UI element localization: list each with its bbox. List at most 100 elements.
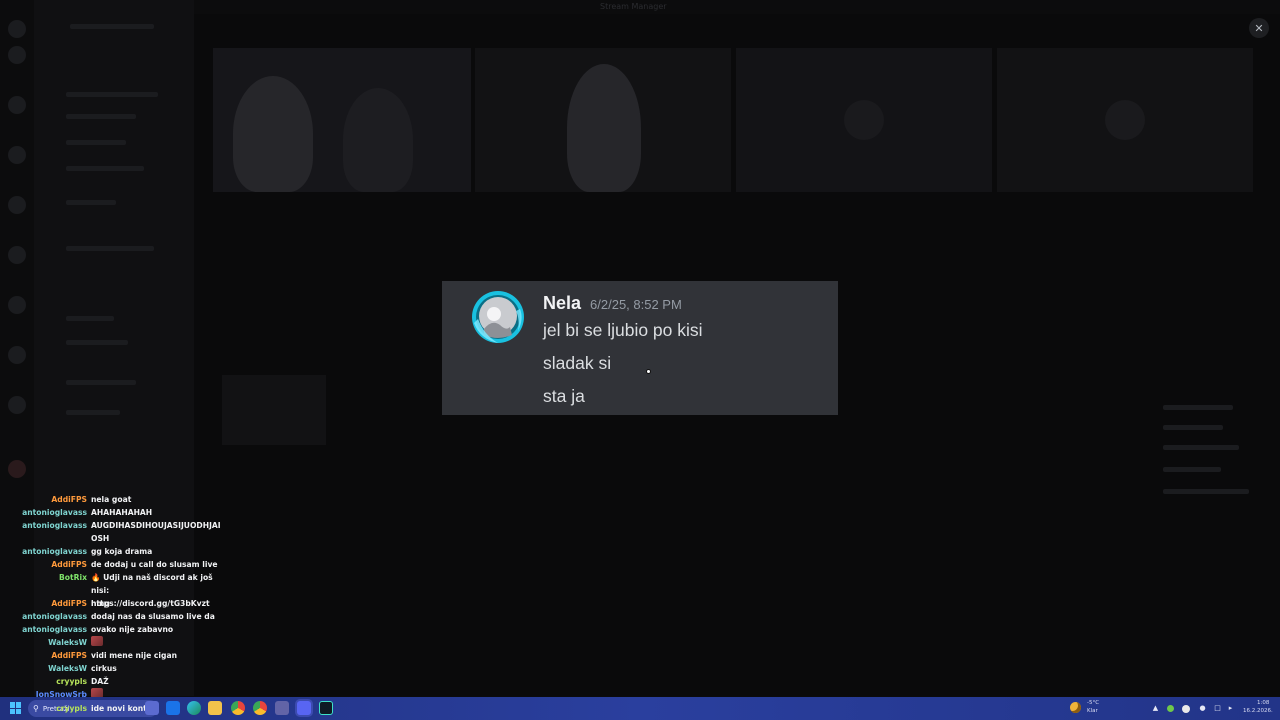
chat-username: AddiFPS [51,651,87,660]
chat-text: ovako nije zabavno [91,625,174,634]
chat-username: antonioglavass [22,547,87,556]
server-icon [8,246,26,264]
display-icon[interactable]: □ [1213,704,1222,713]
file-explorer-icon[interactable] [208,701,222,715]
server-icon [8,96,26,114]
server-icon [8,346,26,364]
weather-icon[interactable] [1070,702,1081,713]
chat-username: BotRix [59,573,87,582]
server-icon [8,460,26,478]
channel-placeholder [66,114,136,119]
close-button[interactable]: ✕ [1249,18,1269,38]
chat-text: nmg [91,599,110,608]
stream-preview [222,375,326,445]
windows-start-icon[interactable] [10,702,22,714]
chat-text: cirkus [91,664,117,673]
message-author[interactable]: Nela [543,293,581,314]
chat-username: AddiFPS [51,560,87,569]
chat-username: antonioglavass [22,508,87,517]
clock-time[interactable]: 1:08 [1257,700,1269,706]
member-placeholder [1163,405,1233,410]
chat-username: antonioglavass [22,612,87,621]
chat-overlay: AddiFPS nela goat antonioglavass AHAHAHA… [0,492,230,702]
edge-icon[interactable] [187,701,201,715]
chat-text: gg koja drama [91,547,153,556]
highlighted-message: Nela 6/2/25, 8:52 PM jel bi se ljubio po… [442,281,838,415]
video-tile [475,48,731,192]
chat-text: DAŽ [91,677,109,686]
channel-placeholder [70,24,154,29]
participant-silhouette [343,88,413,192]
screen: Stream Manager ✕ Nela 6/2/25, 8:52 PM je… [0,0,1280,720]
mouse-cursor [646,369,651,374]
widgets-icon[interactable] [145,701,159,715]
message-line: sta ja [543,386,585,406]
video-tile [736,48,992,192]
server-icon [8,196,26,214]
video-tile [997,48,1253,192]
channel-placeholder [66,316,114,321]
clock-date[interactable]: 16.2.2026. [1243,708,1273,714]
channel-placeholder [66,380,136,385]
weather-temp[interactable]: -5°C [1087,700,1099,706]
channel-placeholder [66,410,120,415]
server-icon [8,46,26,64]
message-line: sladak si [543,353,612,373]
server-icon [8,146,26,164]
close-icon: ✕ [1254,21,1264,35]
member-placeholder [1163,489,1249,494]
chat-username: antonioglavass [22,625,87,634]
chat-username: cryypls [56,704,87,713]
volume-icon[interactable]: ▸ [1226,704,1235,713]
chrome-icon[interactable] [231,701,245,715]
chat-username: AddiFPS [51,599,87,608]
teams-icon[interactable] [275,701,289,715]
tray-app-icon[interactable] [1167,705,1174,712]
message-line: jel bi se ljubio po kisi [543,320,703,340]
search-icon: ⚲ [33,704,39,713]
chat-username: antonioglavass [22,521,87,530]
video-tile [213,48,471,192]
outlook-icon[interactable] [166,701,180,715]
server-icon [8,396,26,414]
member-placeholder [1163,467,1221,472]
channel-placeholder [66,200,116,205]
tray-chevron-icon[interactable]: ▲ [1151,704,1160,713]
chat-username: WaleksW [48,664,87,673]
member-placeholder [1163,445,1239,450]
channel-placeholder [66,92,158,97]
user-avatar-icon[interactable] [470,289,526,345]
emote-icon [91,636,103,646]
member-list [1155,395,1265,505]
message-timestamp: 6/2/25, 8:52 PM [590,297,682,312]
channel-placeholder [66,166,144,171]
participant-silhouette [567,64,641,192]
channel-placeholder [66,340,128,345]
taskbar: ⚲ cryypls ide novi konte -5°C Klar ▲ ● □… [0,697,1280,720]
message-header: Nela 6/2/25, 8:52 PM [543,293,682,314]
server-icon [8,296,26,314]
window-title: Stream Manager [600,2,667,11]
participant-silhouette [233,76,313,192]
channel-placeholder [66,140,126,145]
chat-text: AUGDIHASDIHOUJASIJUODHJAIOSH [91,521,221,543]
participant-avatar [844,100,884,140]
participant-avatar [1105,100,1145,140]
chat-text: de dodaj u call do slusam live [91,560,218,569]
terminal-icon[interactable] [319,701,333,715]
discord-icon[interactable] [297,701,311,715]
chat-text: AHAHAHAHAH [91,508,153,517]
member-placeholder [1163,425,1223,430]
microphone-icon[interactable]: ● [1198,704,1207,713]
google-chrome-icon[interactable] [253,701,267,715]
chat-username: cryypls [56,677,87,686]
chat-text [91,636,226,649]
chat-username: AddiFPS [51,495,87,504]
tray-app-icon[interactable] [1182,705,1190,713]
chat-text: vidi mene nije cigan [91,651,177,660]
chat-username: WaleksW [48,638,87,647]
server-icon [8,20,26,38]
chat-text: dodaj nas da slusamo live da [91,612,215,621]
chat-text: nela goat [91,495,132,504]
weather-desc[interactable]: Klar [1087,708,1098,714]
